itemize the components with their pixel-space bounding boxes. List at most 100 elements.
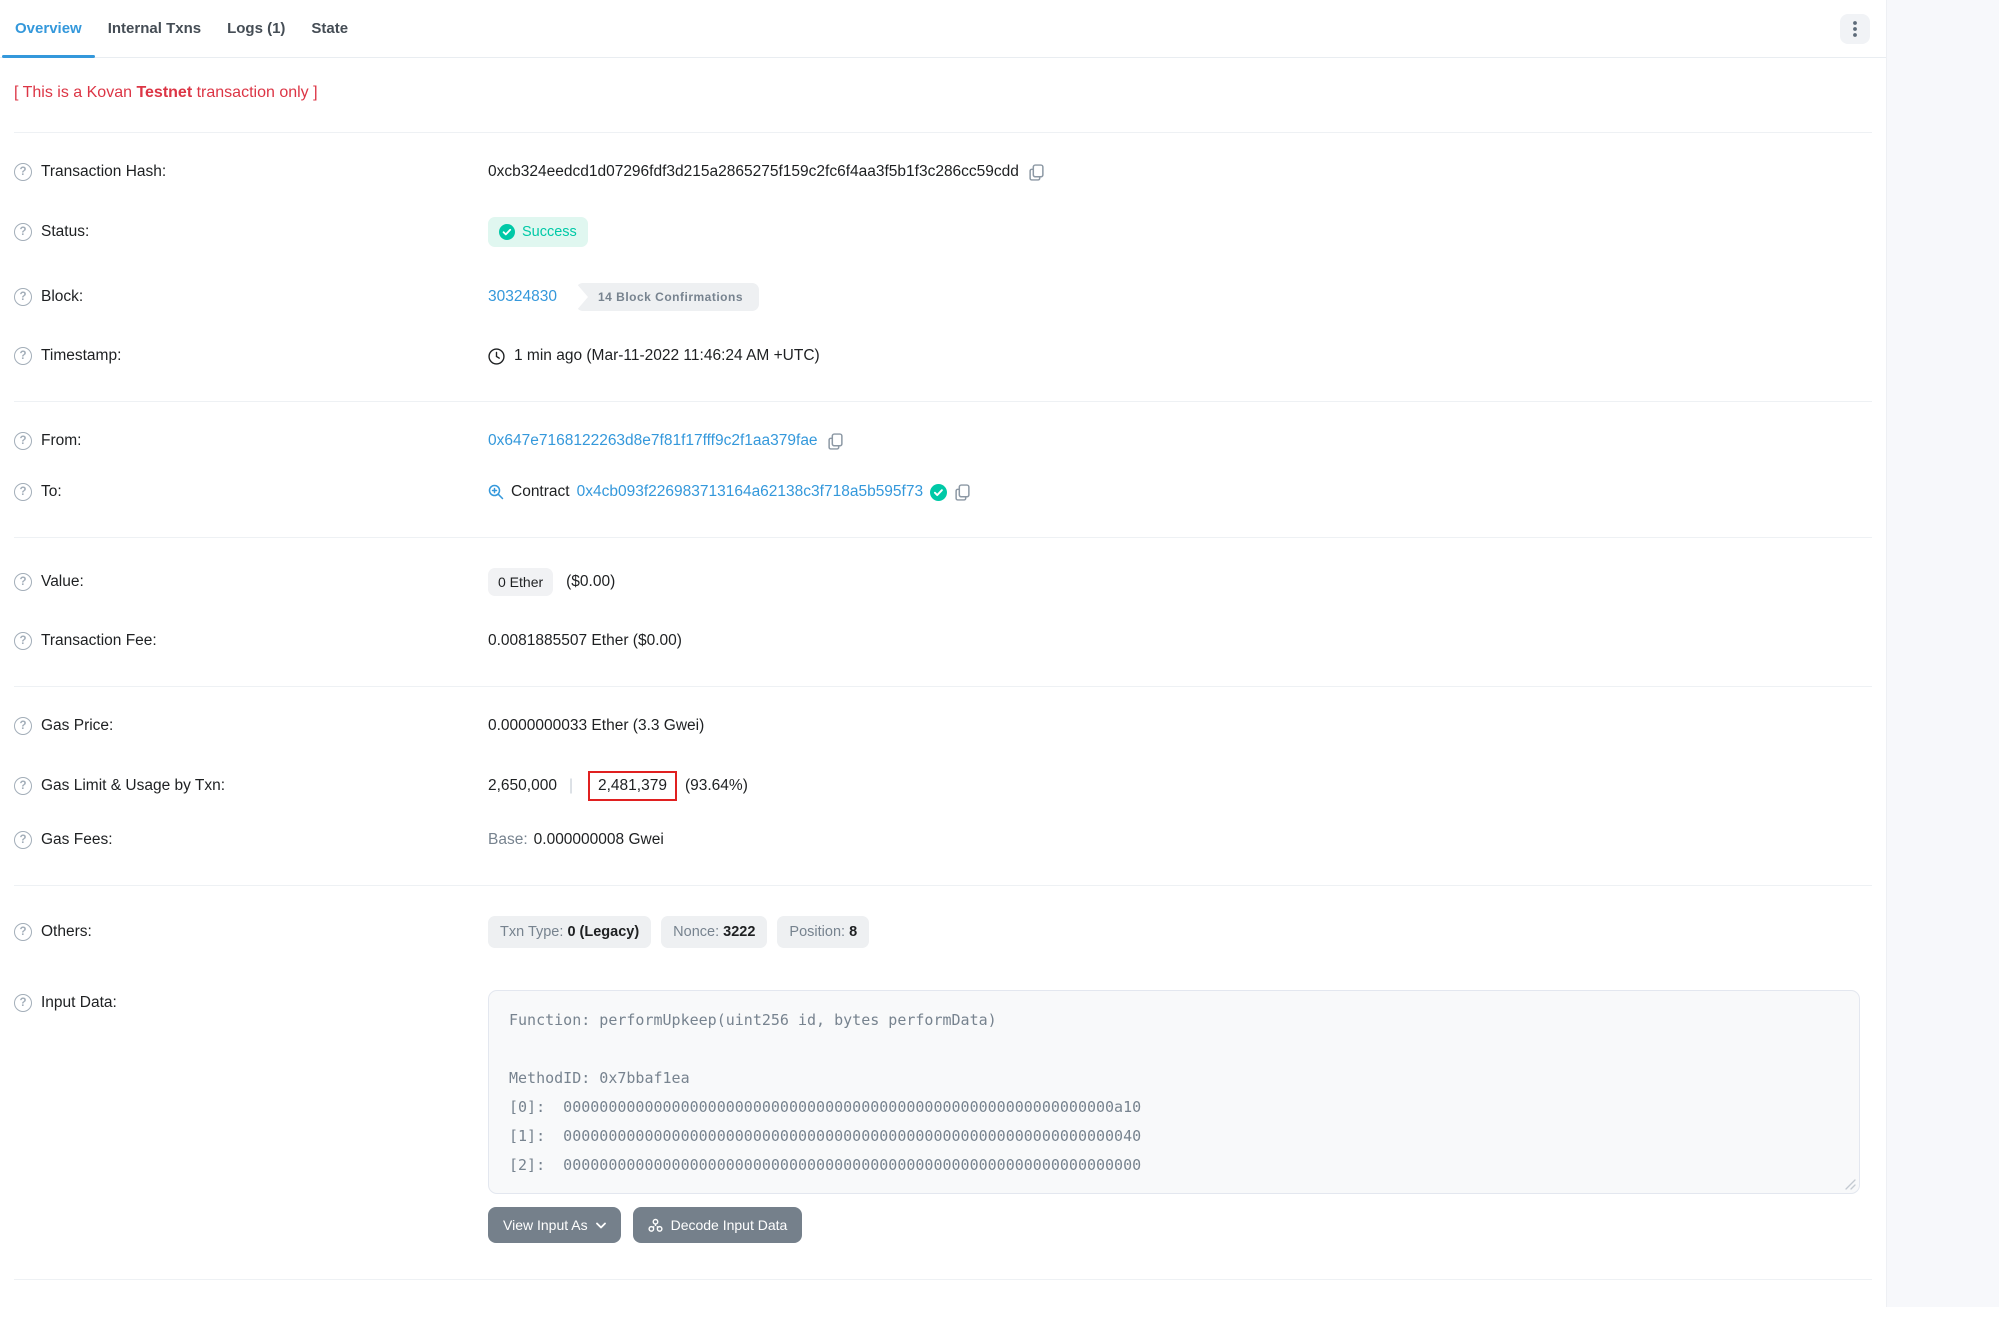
gas-used-value: 2,481,379: [598, 777, 667, 794]
gas-fees-base-value: 0.000000008 Gwei: [534, 831, 664, 849]
transaction-fee-label: Transaction Fee:: [41, 632, 157, 650]
status-value: Success: [522, 224, 577, 240]
help-icon[interactable]: ?: [14, 831, 32, 849]
help-icon[interactable]: ?: [14, 347, 32, 365]
help-icon[interactable]: ?: [14, 994, 32, 1012]
bottom-spacer: [14, 1312, 1872, 1338]
timestamp-label: Timestamp:: [41, 347, 121, 365]
status-label: Status:: [41, 223, 89, 241]
chevron-down-icon: [596, 1222, 606, 1229]
nonce-badge: Nonce: 3222: [661, 916, 767, 948]
value-row: ? Value: 0 Ether ($0.00): [14, 568, 1872, 596]
input-data-box[interactable]: Function: performUpkeep(uint256 id, byte…: [488, 990, 1860, 1194]
from-address-link[interactable]: 0x647e7168122263d8e7f81f17fff9c2f1aa379f…: [488, 432, 818, 450]
tabs: Overview Internal Txns Logs (1) State: [2, 0, 361, 57]
gas-used-percent: (93.64%): [685, 777, 748, 795]
transaction-hash-row: ? Transaction Hash: 0xcb324eedcd1d07296f…: [14, 163, 1872, 181]
divider: [14, 885, 1872, 886]
block-label: Block:: [41, 288, 83, 306]
tab-logs[interactable]: Logs (1): [214, 0, 298, 57]
copy-hash-button[interactable]: [1028, 164, 1045, 181]
input-data-row: ? Input Data: Function: performUpkeep(ui…: [14, 990, 1872, 1243]
block-number-link[interactable]: 30324830: [488, 288, 557, 306]
decode-icon: [648, 1218, 663, 1233]
from-label: From:: [41, 432, 81, 450]
copy-to-button[interactable]: [954, 484, 971, 501]
to-address-link[interactable]: 0x4cb093f226983713164a62138c3f718a5b595f…: [577, 483, 924, 501]
transaction-card: Overview Internal Txns Logs (1) State [ …: [0, 0, 1886, 1307]
kebab-icon: [1853, 21, 1857, 37]
value-usd: ($0.00): [566, 573, 615, 591]
tab-bar: Overview Internal Txns Logs (1) State: [0, 0, 1886, 58]
help-icon[interactable]: ?: [14, 483, 32, 501]
help-icon[interactable]: ?: [14, 632, 32, 650]
tab-overview[interactable]: Overview: [2, 0, 95, 57]
input-data-blank-line: [509, 1035, 1839, 1064]
copy-icon: [1028, 164, 1045, 181]
gas-limit-value: 2,650,000: [488, 777, 557, 795]
view-input-as-button[interactable]: View Input As: [488, 1207, 621, 1243]
zoom-in-icon[interactable]: [488, 484, 504, 500]
divider: [14, 537, 1872, 538]
to-label: To:: [41, 483, 62, 501]
gas-limit-usage-row: ? Gas Limit & Usage by Txn: 2,650,000 | …: [14, 771, 1872, 801]
gas-limit-usage-label: Gas Limit & Usage by Txn:: [41, 777, 225, 795]
timestamp-row: ? Timestamp: 1 min ago (Mar-11-2022 11:4…: [14, 347, 1872, 365]
verified-check-icon: [930, 484, 947, 501]
transaction-page: Overview Internal Txns Logs (1) State [ …: [0, 0, 1999, 1307]
txn-type-value: 0 (Legacy): [567, 924, 639, 940]
divider: [14, 686, 1872, 687]
gas-fees-label: Gas Fees:: [41, 831, 113, 849]
status-row: ? Status: Success: [14, 217, 1872, 247]
tab-internal-txns[interactable]: Internal Txns: [95, 0, 214, 57]
input-data-methodid-line: MethodID: 0x7bbaf1ea: [509, 1064, 1839, 1093]
input-data-word-2: [2]: 00000000000000000000000000000000000…: [509, 1151, 1839, 1180]
position-value: 8: [849, 924, 857, 940]
copy-icon: [827, 433, 844, 450]
position-badge: Position: 8: [777, 916, 869, 948]
to-row: ? To: Contract 0x4cb093f226983713164a621…: [14, 483, 1872, 501]
timestamp-value: 1 min ago (Mar-11-2022 11:46:24 AM +UTC): [514, 347, 820, 365]
help-icon[interactable]: ?: [14, 923, 32, 941]
others-row: ? Others: Txn Type: 0 (Legacy) Nonce: 32…: [14, 916, 1872, 948]
decode-input-data-label: Decode Input Data: [671, 1217, 788, 1233]
resize-handle[interactable]: [1845, 1179, 1856, 1190]
more-options-button[interactable]: [1840, 14, 1870, 44]
divider: [14, 1279, 1872, 1280]
view-input-as-label: View Input As: [503, 1217, 588, 1233]
gas-price-label: Gas Price:: [41, 717, 113, 735]
nonce-value: 3222: [723, 924, 755, 940]
help-icon[interactable]: ?: [14, 717, 32, 735]
others-label: Others:: [41, 923, 92, 941]
copy-icon: [954, 484, 971, 501]
block-row: ? Block: 30324830 14 Block Confirmations: [14, 283, 1872, 311]
help-icon[interactable]: ?: [14, 777, 32, 795]
help-icon[interactable]: ?: [14, 573, 32, 591]
clock-icon: [488, 348, 505, 365]
block-confirmations-badge: 14 Block Confirmations: [576, 283, 759, 311]
transaction-hash-label: Transaction Hash:: [41, 163, 166, 181]
gas-used-highlight-box: 2,481,379: [588, 771, 677, 801]
input-data-function-line: Function: performUpkeep(uint256 id, byte…: [509, 1006, 1839, 1035]
to-contract-prefix: Contract: [511, 483, 570, 501]
gas-price-row: ? Gas Price: 0.0000000033 Ether (3.3 Gwe…: [14, 717, 1872, 735]
help-icon[interactable]: ?: [14, 223, 32, 241]
from-row: ? From: 0x647e7168122263d8e7f81f17fff9c2…: [14, 432, 1872, 450]
txn-type-key: Txn Type:: [500, 924, 567, 940]
transaction-fee-value: 0.0081885507 Ether ($0.00): [488, 632, 682, 650]
warning-prefix: [ This is a Kovan: [14, 84, 136, 101]
input-data-word-0: [0]: 00000000000000000000000000000000000…: [509, 1093, 1839, 1122]
gas-separator: |: [569, 777, 573, 795]
gas-fees-base-label: Base:: [488, 831, 528, 849]
page-background-strip: [1886, 0, 1999, 1307]
transaction-hash-value: 0xcb324eedcd1d07296fdf3d215a2865275f159c…: [488, 163, 1019, 181]
input-data-label: Input Data:: [41, 994, 117, 1012]
help-icon[interactable]: ?: [14, 163, 32, 181]
decode-input-data-button[interactable]: Decode Input Data: [633, 1207, 803, 1243]
tab-state[interactable]: State: [298, 0, 361, 57]
transaction-fee-row: ? Transaction Fee: 0.0081885507 Ether ($…: [14, 632, 1872, 650]
copy-from-button[interactable]: [827, 433, 844, 450]
help-icon[interactable]: ?: [14, 432, 32, 450]
status-badge: Success: [488, 217, 588, 247]
help-icon[interactable]: ?: [14, 288, 32, 306]
